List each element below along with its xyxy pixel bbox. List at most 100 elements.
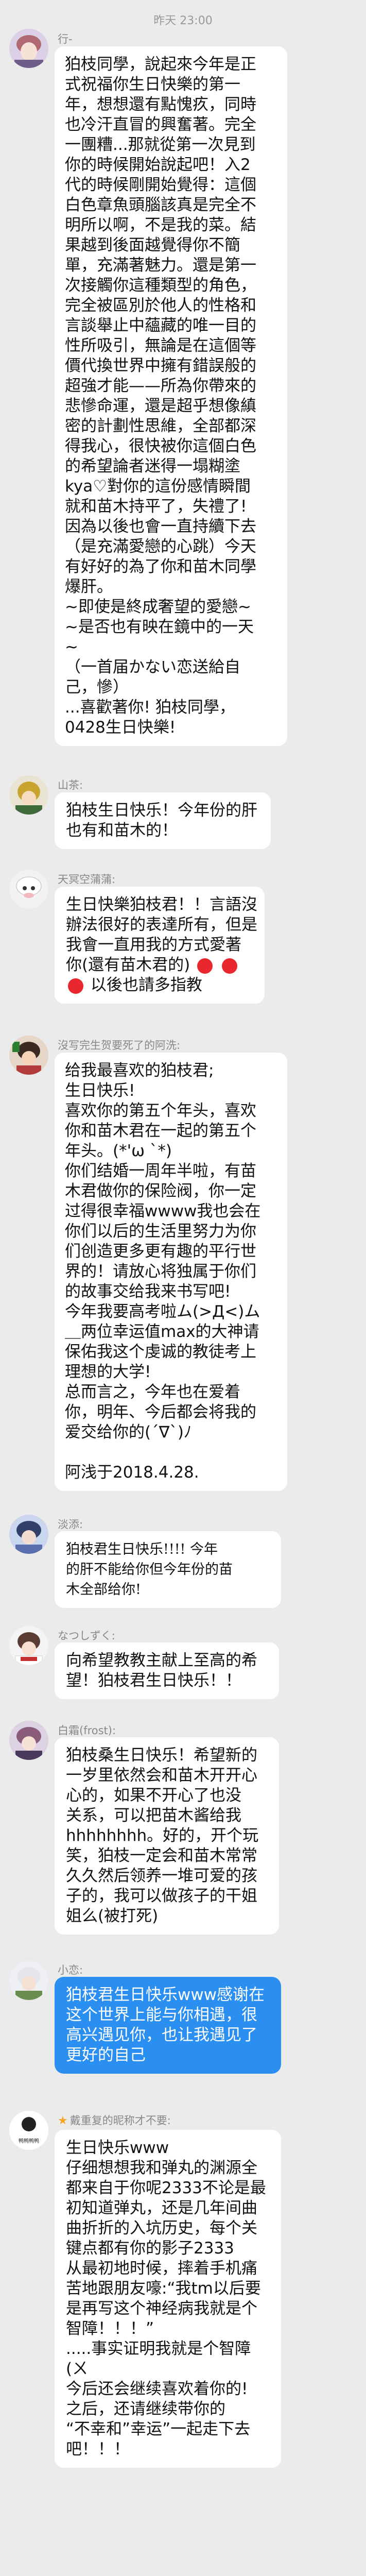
- avatar-image: [9, 775, 48, 815]
- message-line: 给我最喜欢的狛枝君;: [65, 1061, 214, 1080]
- avatar-image: [9, 1961, 48, 2000]
- message-line: 更好的自己: [66, 2046, 146, 2064]
- avatar[interactable]: [9, 1036, 48, 1075]
- message-line: 姐么(被打死): [66, 1907, 159, 1925]
- message-line: ~是否也有映在鏡中的一天: [65, 618, 254, 636]
- message-line: 的故事交给我来书写吧!: [65, 1282, 231, 1301]
- message-line: 过得很幸福wwww我也会在: [65, 1202, 261, 1221]
- sender-name: 山茶:: [58, 779, 83, 791]
- message-line: 你的時候開始說起吧！入2: [65, 156, 251, 174]
- message-line: 悲慘命運，還是超乎想像縝: [65, 397, 256, 415]
- message-bubble[interactable]: 狛枝生日快乐！今年份的肝 也有和苗木的！: [55, 792, 271, 849]
- message-line: 一團糟...那就從第一次見到: [65, 135, 256, 154]
- message-line: 都来自于你呢2333不论是最: [66, 2179, 266, 2197]
- message-line: 明所以啊，不是我的菜。結: [65, 216, 256, 234]
- message-line: 有好好的為了你和苗木同學: [65, 557, 256, 576]
- message-line: .....事实证明我就是个智障: [66, 2340, 251, 2358]
- avatar[interactable]: [9, 775, 48, 815]
- avatar[interactable]: 鸭鸭鸭鸭: [9, 2111, 48, 2150]
- message-line: 次接觸你這種類型的角色，: [65, 276, 256, 295]
- message-line: 你(還有苗木君的): [66, 955, 253, 975]
- message-line: 键点都有你的影子2333: [66, 2239, 234, 2258]
- message-line: 密的計劃性思維，全部都深: [65, 417, 256, 435]
- message-line: ＿两位幸运值max的大神请: [65, 1323, 259, 1341]
- message-line: 们创造更多更有趣的平行世: [65, 1242, 256, 1261]
- message-line: 得我心，很快被你這個白色: [65, 437, 256, 455]
- message-bubble[interactable]: 狛枝桑生日快乐！希望新的 一岁里依然会和苗木开开心 心的，如果不开心了也没 关系…: [55, 1737, 279, 1935]
- message-line: 狛枝生日快乐！今年份的肝: [66, 801, 257, 820]
- message-line: 狛枝桑生日快乐！希望新的: [66, 1746, 257, 1765]
- message-line: 曲折折的入坑历史，每个关: [66, 2219, 257, 2238]
- message-bubble[interactable]: 向希望教教主献上至高的希 望！狛枝君生日快乐！！: [55, 1642, 279, 1699]
- message-line: 关系，可以把苗木酱给我: [66, 1806, 241, 1825]
- message-line: 也冷汗直冒的興奮著。完全: [65, 115, 256, 134]
- message-line: 阿浅于2018.4.28.: [65, 1463, 199, 1482]
- message-bubble[interactable]: 狛枝同學，說起來今年是正 式祝福你生日快樂的第一 年，想想還有點愧疚，同時 也冷…: [55, 46, 287, 746]
- message-line: 初知道弹丸，还是几年间曲: [66, 2199, 257, 2217]
- avatar-image: [9, 870, 48, 909]
- message-line: 心的，如果不开心了也没: [66, 1786, 241, 1805]
- message-line: 总而言之，今年也在爱着: [65, 1383, 240, 1401]
- avatar[interactable]: [9, 870, 48, 909]
- message-line: 望！狛枝君生日快乐！！: [66, 1671, 241, 1690]
- avatar[interactable]: [9, 1961, 48, 2000]
- message-line: ...喜歡著你! 狛枝同學，: [65, 698, 235, 717]
- message-line: （是充滿愛戀的心跳）今天: [65, 537, 256, 556]
- message-bubble[interactable]: 生日快乐www 仔细想想我和弹丸的渊源全 都来自于你呢2333不论是最 初知道弹…: [55, 2130, 281, 2468]
- avatar[interactable]: [9, 29, 48, 68]
- message-line: 高兴遇见你，也让我遇见了: [66, 2026, 257, 2044]
- message-line: 我會一直用我的方式愛著: [66, 936, 241, 954]
- message-line: 單，充滿著魅力。還是第一: [65, 256, 256, 275]
- message-line: ~: [65, 638, 78, 656]
- message-bubble[interactable]: 狛枝君生日快乐!!!! 今年 的肝不能给你但今年份的苗 木全部给你!: [55, 1531, 281, 1608]
- sender-name: 行-: [58, 33, 73, 45]
- sender-name: 淡添:: [58, 1518, 83, 1531]
- message-line: 你们以后的生活里努力为你: [65, 1222, 256, 1241]
- avatar[interactable]: [9, 1721, 48, 1760]
- message-line: 喜欢你的第五个年头，喜欢: [65, 1101, 256, 1120]
- message-line: 你和苗木君在一起的第五个: [65, 1122, 256, 1140]
- message-line: kya♡對你的這份感情瞬間: [65, 477, 251, 496]
- heart-icon: [197, 958, 213, 974]
- message-line: 向希望教教主献上至高的希: [66, 1651, 257, 1670]
- message-line: 果越到後面越覺得你不簡: [65, 236, 240, 255]
- message-line: 从最初地时候，摔着手机痛: [66, 2259, 257, 2278]
- message-line: 價代換世界中擁有錯誤般的: [65, 357, 256, 375]
- sender-name: ★ 戴重复的昵称才不要:: [58, 2112, 171, 2128]
- message-bubble[interactable]: 狛枝君生日快乐www感谢在 这个世界上能与你相遇，很 高兴遇见你，也让我遇见了 …: [55, 1977, 281, 2074]
- message-line: 木全部给你!: [66, 1582, 141, 1598]
- message-line: 狛枝同學，說起來今年是正: [65, 55, 256, 74]
- message-line: （一首届かない恋送給自: [65, 658, 240, 676]
- message-line: 的肝不能给你但今年份的苗: [66, 1562, 233, 1578]
- message-bubble[interactable]: 生日快樂狛枝君！！言語沒 辦法很好的表達所有，但是 我會一直用我的方式愛著 你(…: [55, 887, 265, 1004]
- avatar-image: [9, 1036, 48, 1075]
- message-line: 今后还会继续喜欢着你的!: [66, 2380, 248, 2398]
- sender-name-text: 戴重复的昵称才不要:: [69, 2114, 171, 2127]
- avatar-image: 鸭鸭鸭鸭: [9, 2111, 48, 2150]
- message-line: 己，慘）: [65, 678, 129, 697]
- message-line: 界的！请放心将独属于你们: [65, 1262, 256, 1281]
- avatar[interactable]: [9, 1515, 48, 1554]
- message-line: 就和苗木持平了，失禮了!: [65, 497, 247, 516]
- message-line: 你，明年、今后都会将我的: [65, 1403, 256, 1421]
- avatar-image: [9, 1626, 48, 1665]
- message-line: 之后，还请继续带你的: [66, 2400, 225, 2418]
- message-line: 的希望論者迷得一塌糊塗: [65, 457, 240, 476]
- message-line: 今年我要高考啦ム(>Д<)ム: [65, 1302, 260, 1321]
- message-line: 木君做你的保险阀，你一定: [65, 1182, 256, 1200]
- message-line: 爱交给你的(´∇`)ﾉ: [65, 1423, 192, 1442]
- message-line: 保佑我这个虔诚的教徒考上: [65, 1343, 256, 1361]
- sender-name: 小恋:: [58, 1964, 83, 1976]
- message-text: 以後也請多指教: [90, 976, 202, 994]
- message-line: “不幸和”幸运”一起走下去: [66, 2420, 251, 2438]
- avatar-image: [9, 1721, 48, 1760]
- message-bubble[interactable]: 给我最喜欢的狛枝君; 生日快乐! 喜欢你的第五个年头，喜欢 你和苗木君在一起的第…: [55, 1053, 287, 1491]
- message-line: 狛枝君生日快乐!!!! 今年: [66, 1541, 218, 1557]
- sender-name: なつしずく:: [58, 1630, 115, 1642]
- message-line: 这个世界上能与你相遇，很: [66, 2006, 257, 2024]
- message-line: 白色章魚頭腦該真是完全不: [65, 196, 256, 214]
- avatar[interactable]: [9, 1626, 48, 1665]
- message-line: 智障！！！”: [66, 2319, 154, 2338]
- message-line: 是再写这个神经病我就是个: [66, 2299, 257, 2318]
- message-line: 吧！！！: [66, 2440, 130, 2459]
